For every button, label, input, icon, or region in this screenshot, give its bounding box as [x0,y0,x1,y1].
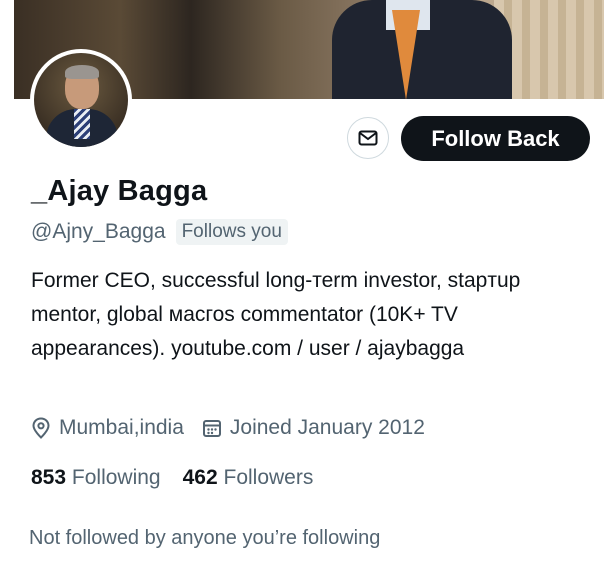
join-date-text: Joined January 2012 [229,416,425,439]
envelope-icon [358,130,378,146]
location-pin-icon [32,417,50,439]
following-count: 853 [31,466,67,489]
follow-counts: 853 Following 462 Followers [31,466,335,490]
following-link[interactable]: 853 Following [31,466,161,490]
display-name: _Ajay Bagga [31,175,208,207]
banner-tie [392,10,420,99]
avatar-image [34,53,128,147]
join-date: Joined January 2012 [202,416,425,440]
following-label: Following [71,466,161,489]
follows-you-badge: Follows you [175,219,288,245]
avatar-hair [65,65,99,79]
location-text: Mumbai,india [59,416,184,439]
message-button[interactable] [347,117,389,159]
followers-count: 462 [182,466,218,489]
calendar-icon [202,420,221,437]
follow-back-button[interactable]: Follow Back [401,116,590,161]
location: Mumbai,india [31,416,184,440]
avatar-tie [74,109,90,139]
user-handle: @Ajny_Bagga [31,220,166,243]
avatar[interactable] [30,49,132,151]
followers-label: Followers [223,466,314,489]
followers-link[interactable]: 462 Followers [183,466,314,490]
profile-bio: Former CEO, successful long-теrm investo… [31,269,521,360]
mutual-followers-note: Not followed by anyone you’re following [29,527,381,549]
handle-row: @Ajny_Bagga Follows you [31,219,288,245]
profile-meta: Mumbai,india Joined January 2012 [31,416,443,440]
